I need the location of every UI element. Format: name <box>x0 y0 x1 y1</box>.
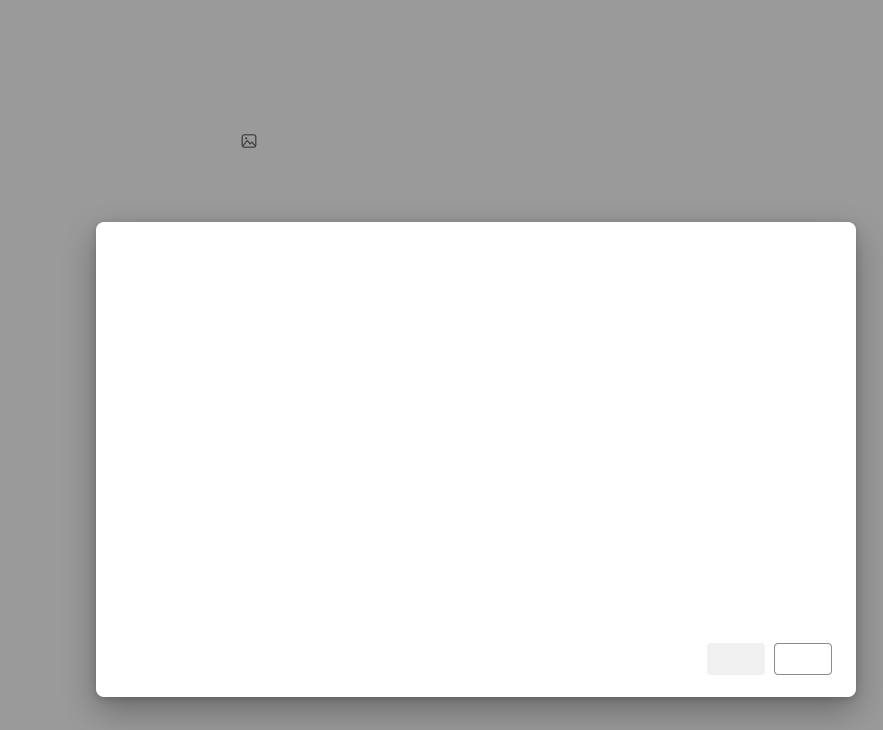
cover-image-dialog <box>96 222 856 697</box>
dialog-title <box>96 222 856 248</box>
dialog-footer <box>707 643 832 675</box>
cancel-button[interactable] <box>774 643 832 675</box>
cover-image-grid <box>96 248 856 274</box>
select-button[interactable] <box>707 643 765 675</box>
